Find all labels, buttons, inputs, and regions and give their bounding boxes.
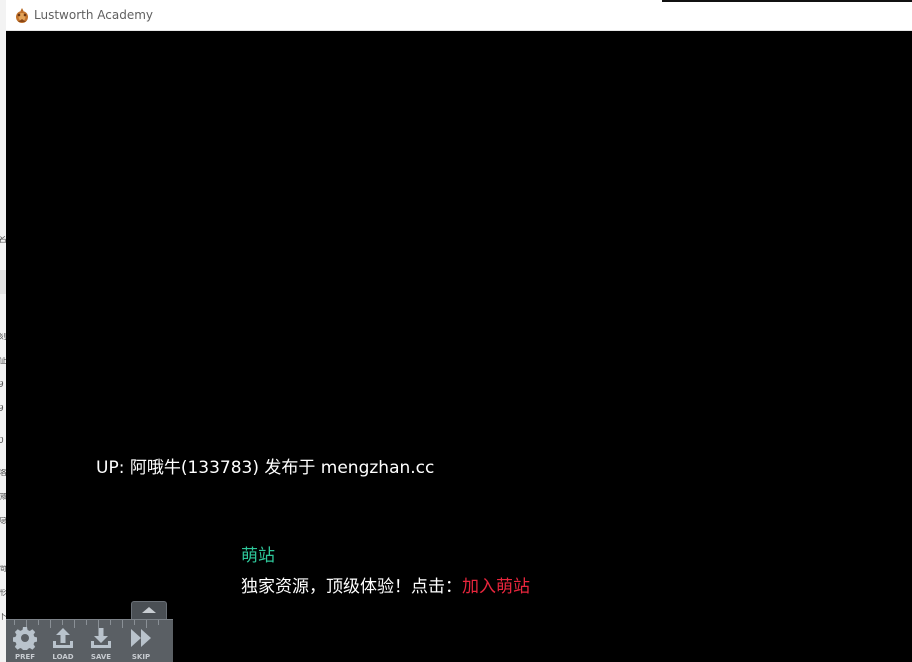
upload-icon	[53, 628, 73, 648]
save-button[interactable]: SAVE	[84, 624, 118, 662]
chevron-up-icon	[142, 607, 156, 613]
skip-label: SKIP	[131, 653, 151, 661]
app-window: 名 刻 征 9 9 0 落 微 隐 简 形 下 Lustworth Academ…	[0, 0, 912, 662]
fast-forward-icon	[131, 629, 151, 647]
upload-notice: UP: 阿哦牛(133783) 发布于 mengzhan.cc	[96, 458, 435, 478]
load-button[interactable]: LOAD	[46, 624, 80, 662]
app-icon	[16, 8, 28, 23]
title-bar[interactable]: Lustworth Academy	[6, 0, 912, 31]
promo-line: 独家资源，顶级体验！点击：加入萌站	[241, 572, 530, 597]
skip-button[interactable]: SKIP	[124, 624, 158, 662]
game-screen[interactable]: UP: 阿哦牛(133783) 发布于 mengzhan.cc 萌站 独家资源，…	[6, 31, 912, 662]
save-label: SAVE	[90, 653, 112, 661]
promo-text: 独家资源，顶级体验！点击：	[241, 577, 462, 597]
pref-button[interactable]: PREF	[8, 624, 42, 662]
gear-icon	[13, 627, 37, 650]
title-bar-edge	[662, 0, 912, 2]
download-icon	[91, 628, 111, 648]
quick-menu-toggle[interactable]	[131, 601, 167, 619]
window-title: Lustworth Academy	[34, 8, 153, 22]
site-name: 萌站	[241, 546, 275, 566]
load-label: LOAD	[52, 653, 74, 661]
join-site-link[interactable]: 加入萌站	[462, 577, 530, 597]
quick-menu: PREF LOAD SAVE SKIP	[6, 619, 173, 662]
pref-label: PREF	[14, 653, 36, 661]
